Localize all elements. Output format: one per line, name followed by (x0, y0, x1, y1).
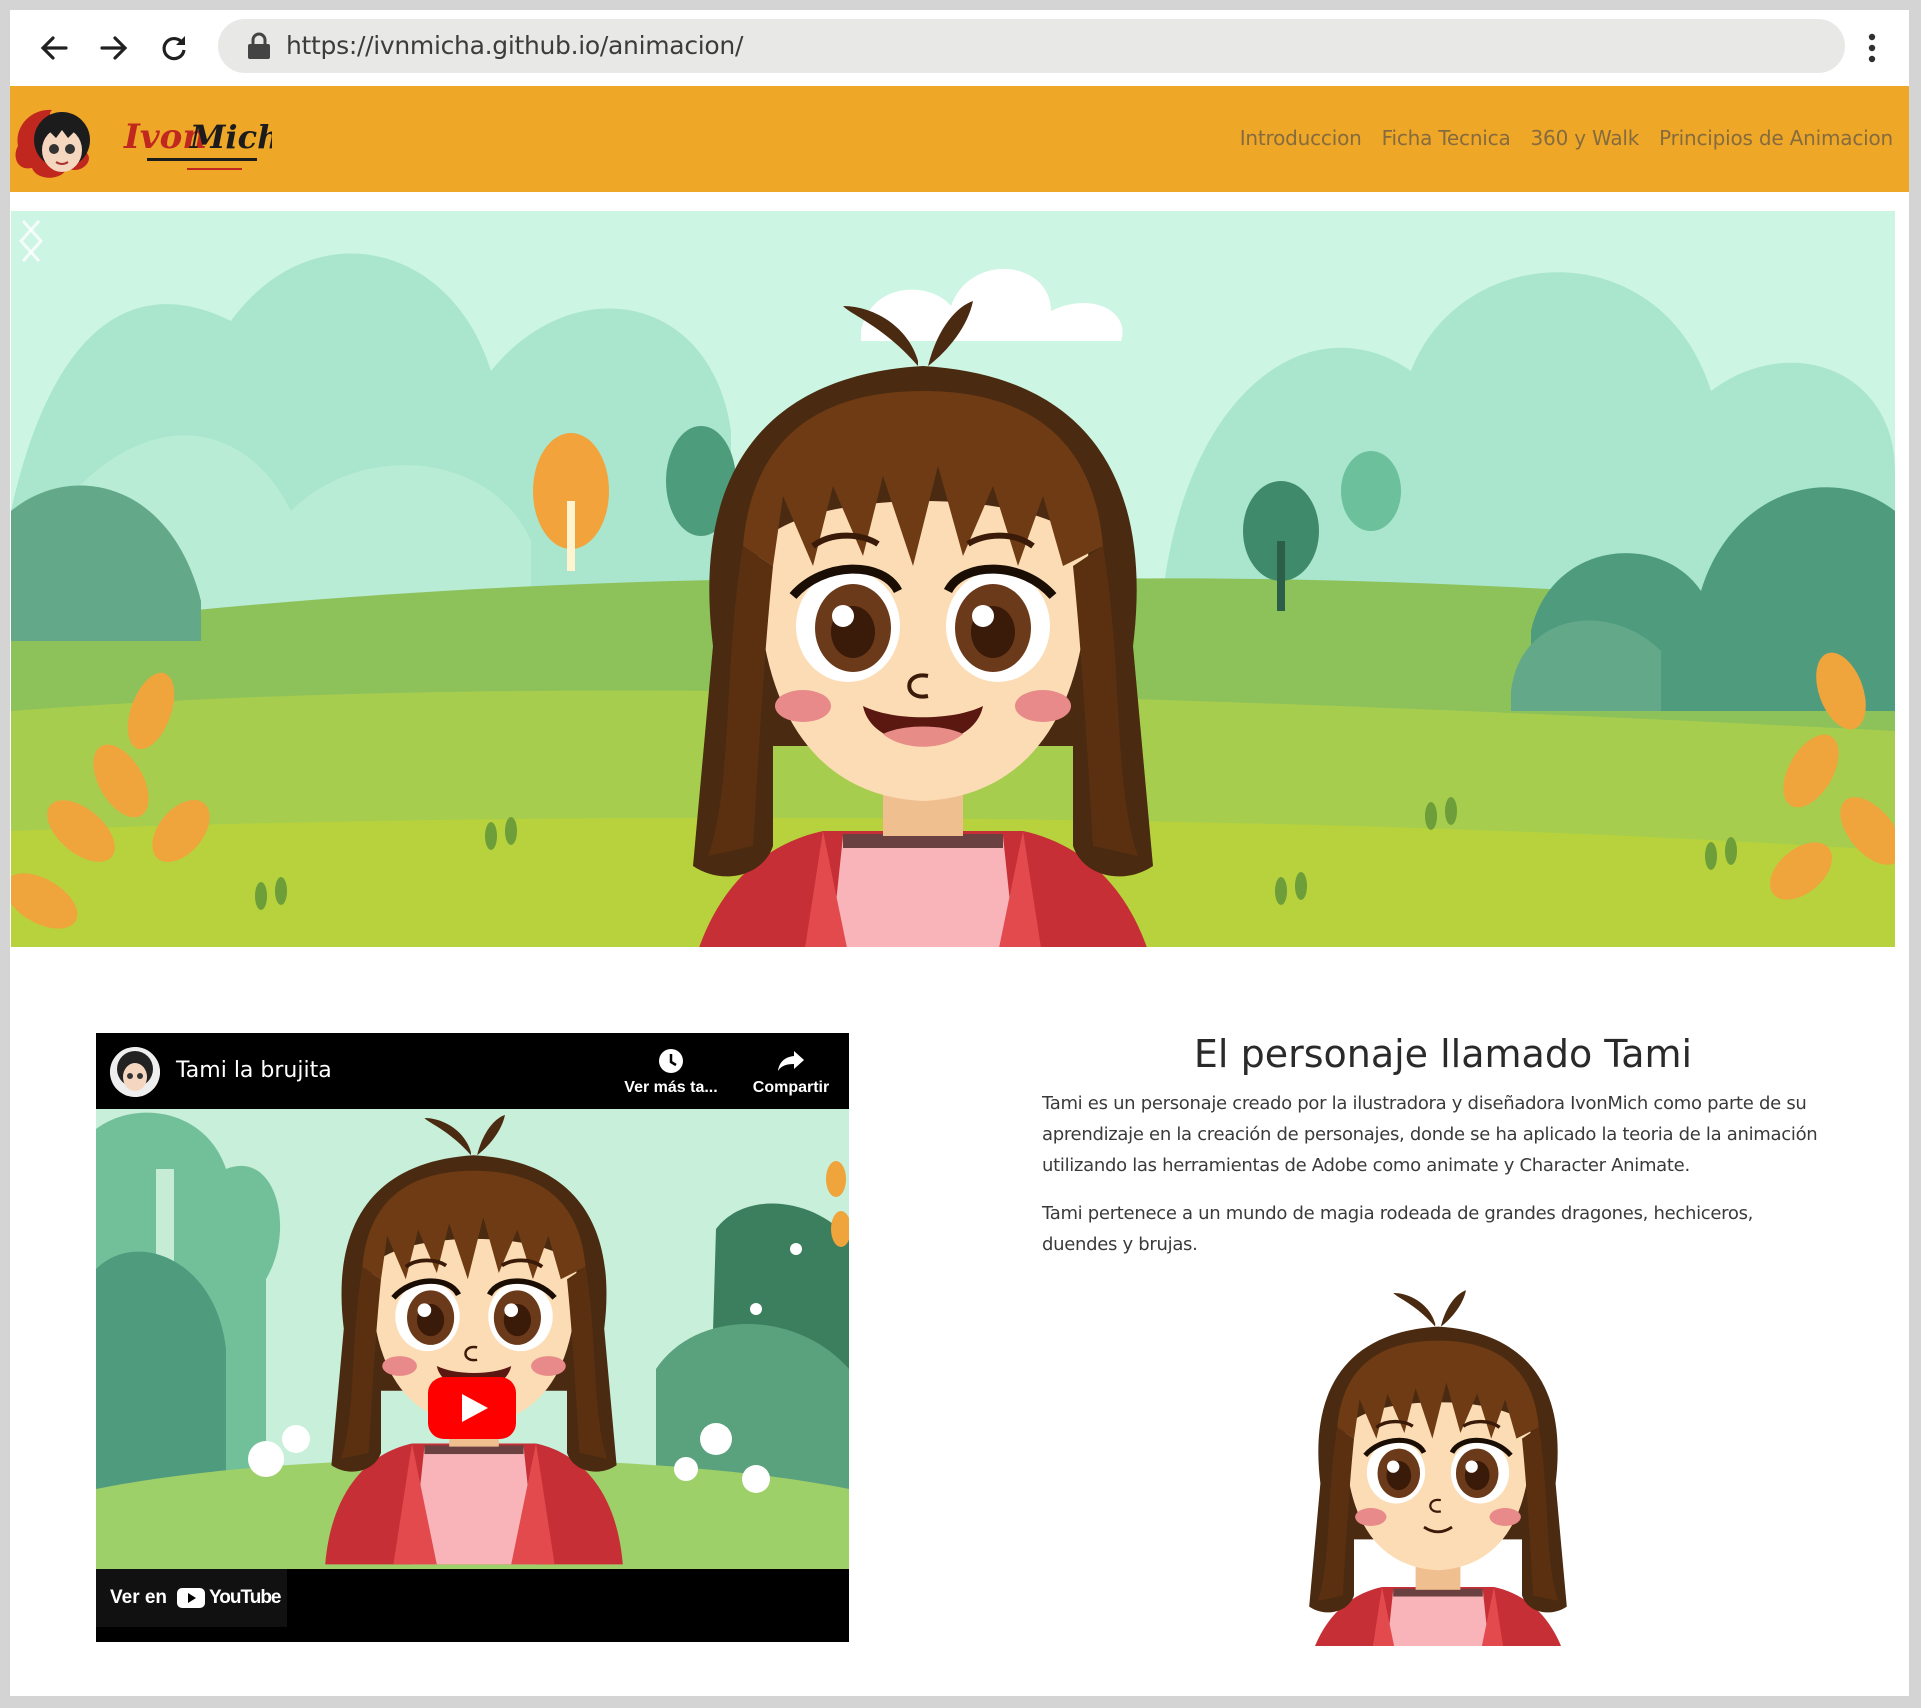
youtube-label: YouTube (209, 1587, 281, 1608)
youtube-embed[interactable]: Tami la brujita Ver más ta... Compartir (96, 1033, 849, 1642)
nav-360-y-walk[interactable]: 360 y Walk (1531, 126, 1640, 150)
paragraph-intro: Tami es un personaje creado por la ilust… (1042, 1093, 1818, 1176)
browser-window: https://ivnmicha.github.io/animacion/ Iv… (10, 10, 1909, 1696)
watch-later-button[interactable]: Ver más ta... (616, 1047, 726, 1097)
ivon-mich-logo[interactable]: Ivon Mich (12, 96, 272, 186)
forward-arrow-icon[interactable] (94, 28, 134, 68)
video-title[interactable]: Tami la brujita (176, 1058, 332, 1083)
nav-principios-de-animacion[interactable]: Principios de Animacion (1659, 126, 1893, 150)
reload-icon[interactable] (154, 28, 194, 68)
watch-on-label: Ver en (110, 1587, 168, 1608)
hero-image (11, 211, 1895, 947)
tami-character-image (1288, 1286, 1588, 1646)
watch-on-youtube-button[interactable]: Ver en YouTube (96, 1569, 287, 1627)
share-label: Compartir (752, 1079, 830, 1096)
address-bar[interactable]: https://ivnmicha.github.io/animacion/ (218, 19, 1845, 73)
channel-avatar[interactable] (110, 1047, 160, 1097)
youtube-icon (177, 1588, 206, 1608)
clock-icon (659, 1049, 683, 1073)
nav-introduccion[interactable]: Introduccion (1240, 126, 1362, 150)
youtube-logo: YouTube (177, 1587, 282, 1609)
site-header: Ivon Mich Introduccion Ficha Tecnica 360… (10, 86, 1909, 192)
video-thumbnail[interactable] (96, 1109, 849, 1569)
browser-toolbar: https://ivnmicha.github.io/animacion/ (10, 10, 1909, 86)
back-arrow-icon[interactable] (34, 28, 74, 68)
video-header: Tami la brujita Ver más ta... Compartir (96, 1033, 849, 1109)
chevron-right-icon[interactable] (11, 211, 51, 271)
lock-icon (248, 32, 270, 59)
play-button-icon[interactable] (428, 1377, 516, 1439)
hero-carousel (11, 211, 1895, 947)
more-vert-icon[interactable] (1862, 30, 1882, 66)
video-footer: Ver en YouTube (96, 1569, 849, 1642)
paragraph-world: Tami pertenece a un mundo de magia rodea… (1042, 1203, 1754, 1255)
svg-text:Mich: Mich (189, 118, 272, 156)
watch-later-label: Ver más ta... (624, 1079, 718, 1096)
url-text[interactable]: https://ivnmicha.github.io/animacion/ (286, 31, 743, 60)
main-nav: Introduccion Ficha Tecnica 360 y Walk Pr… (1240, 126, 1893, 150)
section-title: El personaje llamado Tami (1193, 1032, 1693, 1076)
share-button[interactable]: Compartir (736, 1047, 846, 1097)
nav-ficha-tecnica[interactable]: Ficha Tecnica (1382, 126, 1511, 150)
share-icon (778, 1051, 804, 1071)
